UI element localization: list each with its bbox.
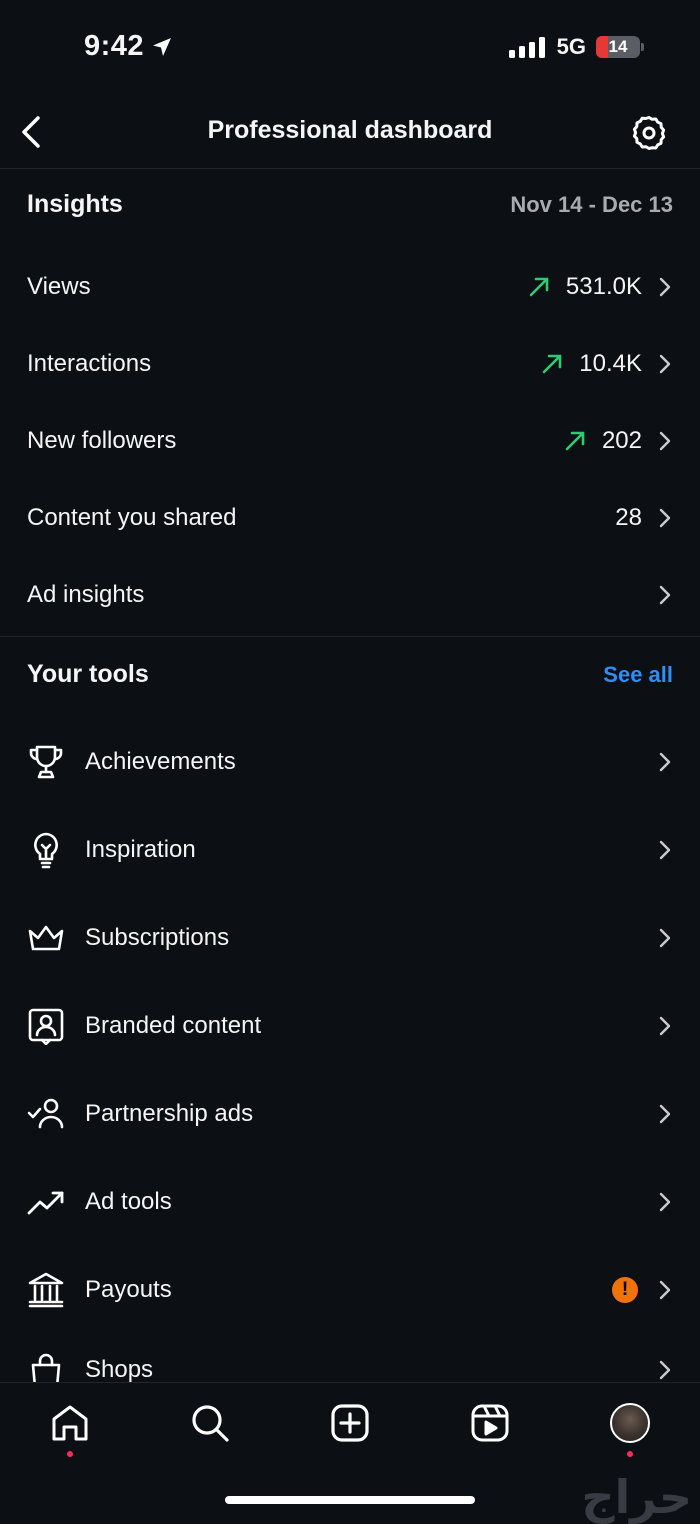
trend-up-icon bbox=[529, 277, 549, 297]
home-icon bbox=[52, 1405, 88, 1441]
alert-badge: ! bbox=[612, 1277, 638, 1303]
tool-label: Payouts bbox=[85, 1276, 172, 1303]
insights-title: Insights bbox=[27, 190, 123, 218]
tool-branded-content[interactable]: Branded content bbox=[27, 994, 672, 1058]
avatar bbox=[610, 1403, 650, 1443]
plus-square-icon bbox=[331, 1404, 369, 1442]
header: Professional dashboard bbox=[0, 96, 700, 169]
tools-title: Your tools bbox=[27, 660, 149, 688]
chevron-right-icon bbox=[659, 354, 671, 374]
tool-ad-tools[interactable]: Ad tools bbox=[27, 1170, 672, 1234]
profile-notification-dot bbox=[627, 1451, 633, 1457]
chevron-right-icon bbox=[659, 1104, 671, 1124]
branded-content-icon bbox=[27, 1007, 65, 1045]
chevron-right-icon bbox=[659, 1192, 671, 1212]
chevron-right-icon bbox=[659, 752, 671, 772]
tools-header: Your tools See all bbox=[27, 660, 673, 689]
tool-inspiration[interactable]: Inspiration bbox=[27, 818, 672, 882]
chevron-right-icon bbox=[659, 431, 671, 451]
tab-profile[interactable] bbox=[610, 1403, 650, 1443]
tab-create[interactable] bbox=[330, 1403, 370, 1443]
tool-subscriptions[interactable]: Subscriptions bbox=[27, 906, 672, 970]
network-type: 5G bbox=[556, 34, 586, 59]
status-time: 9:42 bbox=[84, 30, 174, 63]
section-divider bbox=[0, 636, 700, 637]
gear-icon bbox=[632, 116, 666, 150]
status-bar: 9:42 5G 14 bbox=[0, 0, 700, 96]
see-all-link[interactable]: See all bbox=[603, 662, 673, 688]
location-arrow-icon bbox=[153, 37, 172, 56]
chevron-right-icon bbox=[659, 840, 671, 860]
tool-achievements[interactable]: Achievements bbox=[27, 730, 672, 794]
chevron-right-icon bbox=[659, 585, 671, 605]
trend-up-icon bbox=[542, 354, 562, 374]
battery-icon: 14 bbox=[596, 36, 644, 58]
chevron-right-icon bbox=[659, 508, 671, 528]
tab-home[interactable] bbox=[50, 1403, 90, 1443]
insight-row-content-shared[interactable]: Content you shared 28 bbox=[27, 488, 672, 548]
tool-label: Ad tools bbox=[85, 1188, 172, 1215]
chevron-right-icon bbox=[659, 928, 671, 948]
home-indicator[interactable] bbox=[225, 1496, 475, 1504]
tool-label: Partnership ads bbox=[85, 1100, 254, 1127]
insight-row-interactions[interactable]: Interactions 10.4K bbox=[27, 334, 672, 394]
insight-value: 28 bbox=[615, 504, 642, 531]
crown-icon bbox=[27, 919, 65, 957]
trending-icon bbox=[27, 1183, 65, 1221]
chevron-right-icon bbox=[659, 1360, 671, 1380]
date-range[interactable]: Nov 14 - Dec 13 bbox=[510, 192, 673, 218]
tool-label: Achievements bbox=[85, 748, 236, 775]
insights-header: Insights Nov 14 - Dec 13 bbox=[27, 190, 673, 219]
insight-row-new-followers[interactable]: New followers 202 bbox=[27, 411, 672, 471]
insight-row-ad-insights[interactable]: Ad insights bbox=[27, 565, 672, 625]
trophy-icon bbox=[27, 743, 65, 781]
reels-icon bbox=[471, 1404, 509, 1442]
lightbulb-icon bbox=[27, 831, 65, 869]
insight-label: Content you shared bbox=[27, 504, 237, 531]
tool-label: Branded content bbox=[85, 1012, 262, 1039]
cellular-signal-icon bbox=[508, 36, 545, 58]
tab-search[interactable] bbox=[190, 1403, 230, 1443]
insight-value: 10.4K bbox=[579, 350, 642, 377]
tool-label: Shops bbox=[85, 1356, 154, 1383]
chevron-right-icon bbox=[659, 277, 671, 297]
tool-label: Inspiration bbox=[85, 836, 196, 863]
bank-icon bbox=[27, 1271, 65, 1309]
search-icon bbox=[192, 1405, 229, 1442]
page-title: Professional dashboard bbox=[207, 116, 493, 144]
battery-level: 14 bbox=[608, 37, 628, 56]
tab-reels[interactable] bbox=[470, 1403, 510, 1443]
clock: 9:42 bbox=[84, 30, 145, 62]
watermark: حراج bbox=[581, 1470, 692, 1524]
tool-partnership-ads[interactable]: Partnership ads bbox=[27, 1082, 672, 1146]
insight-label: New followers bbox=[27, 427, 177, 454]
partnership-icon bbox=[27, 1095, 65, 1133]
chevron-right-icon bbox=[659, 1280, 671, 1300]
home-notification-dot bbox=[67, 1451, 73, 1457]
tool-payouts[interactable]: Payouts ! bbox=[27, 1258, 672, 1322]
trend-up-icon bbox=[565, 431, 585, 451]
insight-label: Interactions bbox=[27, 350, 152, 377]
insight-label: Ad insights bbox=[27, 581, 145, 608]
tool-label: Subscriptions bbox=[85, 924, 230, 951]
settings-button[interactable] bbox=[630, 114, 668, 152]
chevron-right-icon bbox=[659, 1016, 671, 1036]
insight-value: 202 bbox=[601, 427, 642, 454]
insight-label: Views bbox=[27, 273, 91, 300]
insight-row-views[interactable]: Views 531.0K bbox=[27, 257, 672, 317]
insight-value: 531.0K bbox=[565, 273, 642, 300]
